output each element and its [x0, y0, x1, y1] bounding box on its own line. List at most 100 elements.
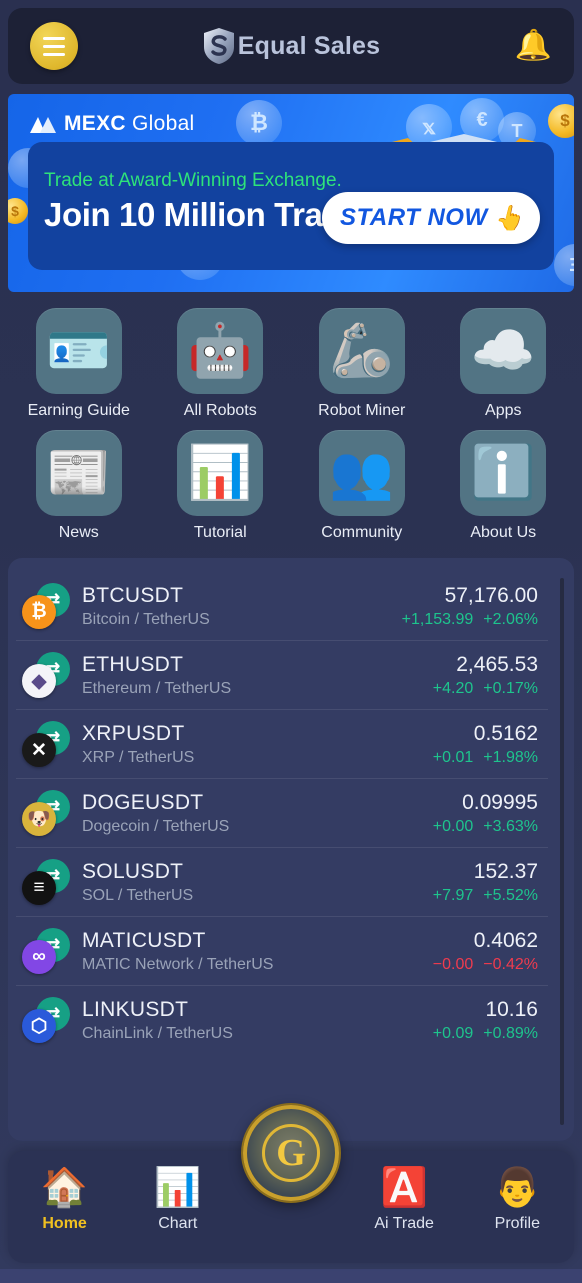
price-column: 2,465.53 +4.20 +0.17%: [433, 653, 538, 698]
nav-item-ai-trade[interactable]: 🅰️ Ai Trade: [356, 1169, 452, 1233]
grid-item-about-us[interactable]: ℹ️ About Us: [433, 430, 575, 542]
grid-item-tutorial[interactable]: 📊 Tutorial: [150, 430, 292, 542]
mexc-triangle-logo: [30, 117, 56, 133]
ticker-pair-name: Bitcoin / TetherUS: [82, 610, 210, 628]
ticker-change-percent: +1.98%: [483, 748, 538, 766]
grid-item-apps[interactable]: ☁️ Apps: [433, 308, 575, 420]
ticker-row[interactable]: ⇄ ◆ ETHUSDT Ethereum / TetherUS 2,465.53 +4.2…: [16, 641, 548, 710]
mechanical-arm-icon: 🦾: [318, 308, 405, 394]
pair-text: BTCUSDT Bitcoin / TetherUS: [82, 584, 210, 629]
ticker-symbol: DOGEUSDT: [82, 790, 204, 814]
grid-item-label: News: [58, 524, 99, 541]
ticker-change-value: +1,153.99: [401, 610, 474, 628]
pair-text: SOLUSDT SOL / TetherUS: [82, 860, 193, 905]
ticker-change-value: +0.01: [432, 748, 474, 766]
ticker-row[interactable]: ⇄ ₿ BTCUSDT Bitcoin / TetherUS 57,176.00 +1,1…: [16, 572, 548, 641]
gold-coin-icon: $: [8, 198, 28, 224]
ticker-price: 152.37: [473, 859, 538, 883]
grid-item-label: All Robots: [183, 402, 257, 419]
coin-letter: G: [276, 1132, 306, 1174]
promo-banner-mexc[interactable]: ₿ ₮ Ξ 𝕩 € T $ $ $ $: [8, 94, 574, 292]
bell-notification-icon[interactable]: 🔔: [515, 31, 552, 61]
profile-person-icon: 👨: [493, 1167, 541, 1209]
ticker-change-percent: −0.42%: [483, 955, 538, 973]
ticker-row[interactable]: ⇄ ≡ SOLUSDT SOL / TetherUS 152.37 +7.97 +5.52%: [16, 848, 548, 917]
grid-item-robot-miner[interactable]: 🦾 Robot Miner: [291, 308, 433, 420]
bitcoin-icon: ₿: [22, 595, 56, 629]
gold-coin-g-button[interactable]: G: [243, 1105, 339, 1201]
ticker-symbol: MATICUSDT: [82, 928, 206, 952]
ticker-row[interactable]: ⇄ ∞ MATICUSDT MATIC Network / TetherUS 0.406…: [16, 917, 548, 986]
nav-item-label: Chart: [158, 1215, 198, 1232]
ticker-row[interactable]: ⇄ 🐶 DOGEUSDT Dogecoin / TetherUS 0.09995 +0.0…: [16, 779, 548, 848]
pair-icon-group: ⇄ ◆: [20, 652, 82, 698]
nav-item-label: Home: [42, 1215, 87, 1232]
grid-item-earning-guide[interactable]: 🪪 Earning Guide: [8, 308, 150, 420]
ticker-change-percent: +3.63%: [483, 817, 538, 835]
mexc-brand: MEXC Global: [30, 112, 195, 136]
price-column: 57,176.00 +1,153.99 +2.06%: [402, 584, 538, 629]
ticker-change-group: +1,153.99 +2.06%: [402, 611, 538, 629]
gold-coin-icon: $: [548, 104, 574, 138]
start-now-label: START NOW: [340, 204, 488, 231]
ticker-symbol: XRPUSDT: [82, 721, 185, 745]
grid-item-all-robots[interactable]: 🤖 All Robots: [150, 308, 292, 420]
hamburger-menu-icon: [43, 36, 65, 40]
bar-chart-icon: 📊: [154, 1167, 202, 1209]
price-column: 10.16 +0.09 +0.89%: [433, 998, 538, 1043]
ticker-pair-name: SOL / TetherUS: [82, 886, 194, 904]
price-column: 0.5162 +0.01 +1.98%: [433, 722, 538, 767]
grid-item-label: Robot Miner: [318, 402, 406, 419]
ticker-row[interactable]: ⇄ ⬡ LINKUSDT ChainLink / TetherUS 10.16 +0.09…: [16, 986, 548, 1054]
grid-item-news[interactable]: 📰 News: [8, 430, 150, 542]
pair-icon-group: ⇄ ≡: [20, 859, 82, 905]
price-column: 152.37 +7.97 +5.52%: [433, 860, 538, 905]
pair-icon-group: ⇄ ⬡: [20, 997, 82, 1043]
ticker-row[interactable]: ⇄ ✕ XRPUSDT XRP / TetherUS 0.5162 +0.01 +1.98%: [16, 710, 548, 779]
ticker-change-percent: +0.89%: [483, 1024, 538, 1042]
pointing-hand-cursor-icon: 👆: [493, 204, 524, 232]
nav-item-chart[interactable]: 📊 Chart: [130, 1169, 226, 1233]
start-now-button[interactable]: START NOW 👆: [322, 192, 540, 244]
ticker-price: 57,176.00: [444, 583, 538, 607]
grid-item-label: Apps: [485, 402, 522, 419]
ai-trade-icon: 🅰️: [380, 1167, 428, 1209]
ticker-change-group: +7.97 +5.52%: [433, 887, 538, 905]
market-ticker-list[interactable]: ⇄ ₿ BTCUSDT Bitcoin / TetherUS 57,176.00 +1,1…: [16, 572, 566, 1141]
pair-icon-group: ⇄ ✕: [20, 721, 82, 767]
app-root: Equal Sales 🔔 ₿ ₮ Ξ 𝕩 € T $ $ $ $: [0, 0, 582, 1283]
ticker-pair-name: ChainLink / TetherUS: [82, 1024, 233, 1042]
grid-item-label: Community: [321, 524, 403, 541]
ticker-change-group: +0.00 +3.63%: [433, 818, 538, 836]
ticker-change-value: +0.00: [432, 817, 474, 835]
grid-item-label: About Us: [470, 524, 537, 541]
bitcoin-bubble-icon: ₿: [236, 100, 282, 146]
ticker-symbol: LINKUSDT: [82, 997, 189, 1021]
ticker-pair-name: MATIC Network / TetherUS: [82, 955, 274, 973]
nav-item-profile[interactable]: 👨 Profile: [469, 1169, 565, 1233]
ethereum-icon: ◆: [22, 664, 56, 698]
solana-icon: ≡: [22, 871, 56, 905]
ticker-change-percent: +0.17%: [483, 679, 538, 697]
cloud-download-icon: ☁️: [460, 308, 547, 394]
xrp-icon: ✕: [22, 733, 56, 767]
info-bubble-icon: ℹ️: [460, 430, 547, 516]
quick-actions-grid: 🪪 Earning Guide 🤖 All Robots 🦾 Robot Min…: [8, 304, 574, 550]
ticker-change-percent: +5.52%: [483, 886, 538, 904]
hamburger-menu-button[interactable]: [30, 22, 78, 70]
grid-item-community[interactable]: 👥 Community: [291, 430, 433, 542]
banner-tagline: Trade at Award-Winning Exchange.: [44, 170, 342, 191]
nav-item-label: Profile: [494, 1215, 541, 1232]
pair-text: LINKUSDT ChainLink / TetherUS: [82, 998, 233, 1043]
ticker-pair-name: Dogecoin / TetherUS: [82, 817, 230, 835]
ticker-price: 0.4062: [473, 928, 538, 952]
nav-item-home[interactable]: 🏠 Home: [17, 1169, 113, 1233]
chainlink-icon: ⬡: [22, 1009, 56, 1043]
banner-inner-card: Trade at Award-Winning Exchange. Join 10…: [28, 142, 554, 270]
ticker-price: 2,465.53: [456, 652, 538, 676]
bottom-navigation-bar: 🏠 Home 📊 Chart 🅰️ Ai Trade 👨 Profile G: [8, 1105, 574, 1263]
ticker-change-value: +7.97: [432, 886, 474, 904]
newspaper-icon: 📰: [35, 430, 122, 516]
coin-ring: G: [262, 1124, 320, 1182]
ticker-scrollbar[interactable]: [560, 578, 564, 1125]
